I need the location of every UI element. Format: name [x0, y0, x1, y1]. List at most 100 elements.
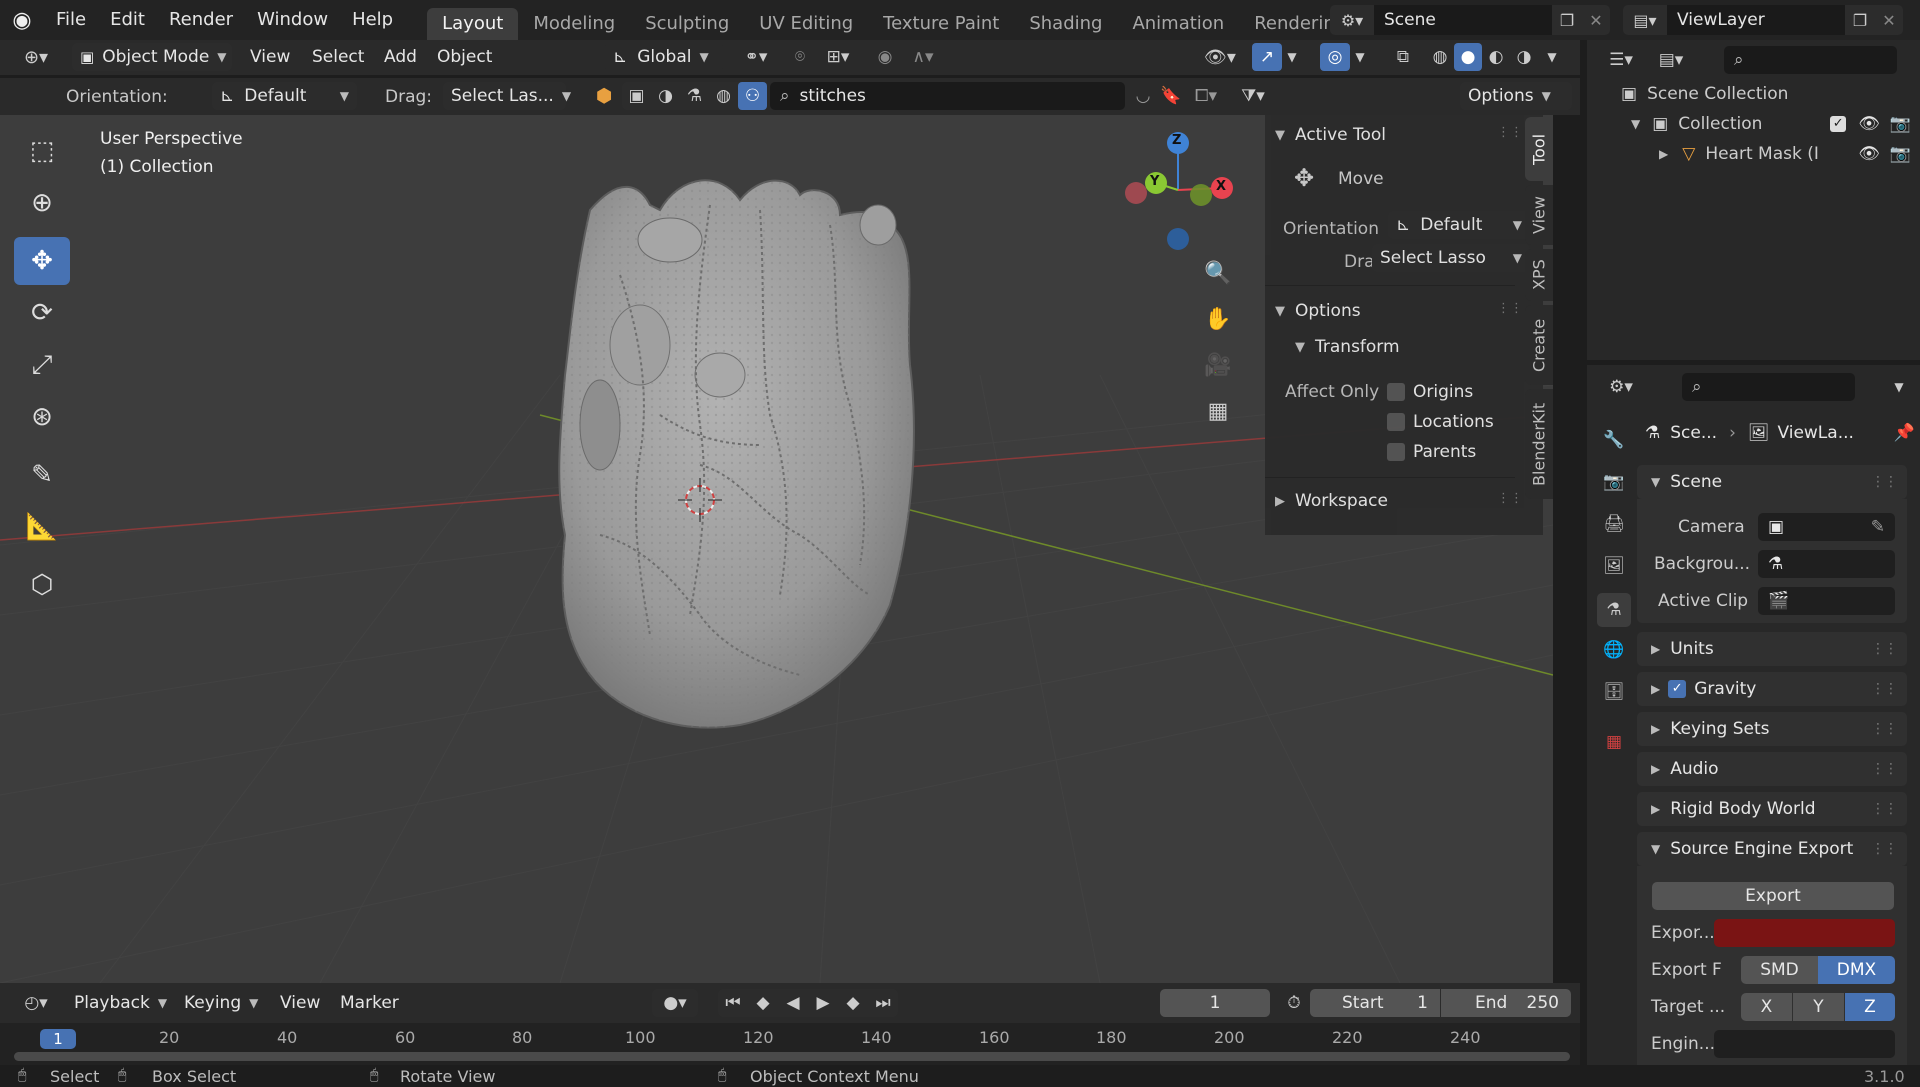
- view-layer-props-icon[interactable]: 🖼: [1599, 551, 1629, 581]
- parents-checkbox[interactable]: Parents: [1387, 442, 1476, 462]
- transform-header[interactable]: ▼ Transform: [1295, 337, 1400, 357]
- add-cube-tool-icon[interactable]: ⬡: [14, 561, 70, 609]
- wireframe-shading-icon[interactable]: ◍: [1426, 43, 1454, 71]
- object-visibility-icon[interactable]: 👁: [1858, 144, 1880, 164]
- gravity-checkbox[interactable]: ✓: [1668, 680, 1687, 698]
- collection-row[interactable]: ▼ ▣ Collection ✓ 👁 📷: [1631, 114, 1911, 134]
- timeline-ruler[interactable]: 1 20 40 60 80 100 120 140 160 180 200 22…: [0, 1023, 1580, 1065]
- engine-field[interactable]: [1714, 1030, 1895, 1058]
- transform-tool-icon[interactable]: ⊛: [14, 393, 70, 441]
- tab-uv-editing[interactable]: UV Editing: [744, 8, 868, 40]
- 3d-viewport[interactable]: Z X Y User Perspective (1) Collection ⬚ …: [0, 115, 1553, 983]
- properties-editor-type-icon[interactable]: ⚙▾: [1599, 373, 1643, 401]
- audio-section[interactable]: ▶ Audio ⋮⋮: [1637, 752, 1907, 786]
- scene-drag-handle-icon[interactable]: ⋮⋮: [1871, 474, 1898, 490]
- menu-help[interactable]: Help: [340, 0, 405, 40]
- falloff-icon[interactable]: ∧▾: [902, 43, 944, 71]
- display-mode-icon[interactable]: ▤▾: [1649, 46, 1693, 74]
- prev-keyframe-icon[interactable]: ◆: [748, 989, 778, 1017]
- background-field[interactable]: ⚗: [1758, 550, 1895, 578]
- shading-dropdown-icon[interactable]: ▼: [1542, 43, 1562, 71]
- heart-mask-row[interactable]: ▶ ▽ Heart Mask (I 👁 📷: [1659, 144, 1911, 164]
- blenderkit-logo-icon[interactable]: ⬢: [592, 84, 616, 108]
- menu-object[interactable]: Object: [425, 37, 504, 77]
- menu-view[interactable]: View: [238, 37, 302, 77]
- rendered-shading-icon[interactable]: ◑: [1510, 43, 1538, 71]
- origins-checkbox-box[interactable]: [1387, 383, 1405, 401]
- target-z-toggle[interactable]: Z: [1845, 993, 1895, 1021]
- menu-file[interactable]: File: [44, 0, 98, 40]
- select-box-tool-icon[interactable]: ⬚: [14, 127, 70, 175]
- asset-list-icon[interactable]: ⧠▾: [1186, 82, 1226, 110]
- output-props-icon[interactable]: 🖨: [1599, 509, 1629, 539]
- menu-edit[interactable]: Edit: [98, 0, 157, 40]
- zoom-icon[interactable]: 🔍: [1200, 255, 1236, 291]
- collection-exclude-checkbox[interactable]: ✓: [1830, 116, 1847, 132]
- menu-select[interactable]: Select: [300, 37, 376, 77]
- ortho-grid-icon[interactable]: ▦: [1200, 393, 1236, 429]
- asset-hdr-icon[interactable]: ◍: [709, 82, 738, 110]
- export-path-field[interactable]: [1714, 919, 1895, 947]
- snap-icon[interactable]: ⌾: [785, 43, 815, 71]
- scene-props-icon[interactable]: ⚗: [1597, 593, 1631, 627]
- editor-type-icon[interactable]: ⊕▾: [14, 43, 58, 71]
- tab-layout[interactable]: Layout: [427, 8, 519, 40]
- jump-start-icon[interactable]: ⏮: [718, 989, 748, 1017]
- asset-model-icon[interactable]: ▣: [622, 82, 651, 110]
- playhead[interactable]: 1: [40, 1029, 76, 1049]
- measure-tool-icon[interactable]: 📐: [14, 503, 70, 551]
- material-shading-icon[interactable]: ◐: [1482, 43, 1510, 71]
- scale-tool-icon[interactable]: ⤢: [14, 341, 70, 389]
- view-layer-icon[interactable]: ▤▾: [1623, 5, 1667, 35]
- new-scene-icon[interactable]: ❐: [1552, 5, 1582, 35]
- gizmo-x-label[interactable]: X: [1216, 179, 1226, 194]
- asset-material-icon[interactable]: ◑: [651, 82, 680, 110]
- source-engine-section-header[interactable]: ▼ Source Engine Export ⋮⋮: [1637, 832, 1907, 866]
- pin-icon[interactable]: 📌: [1894, 423, 1915, 443]
- transform-orientation-dropdown[interactable]: ⊾ Global ▼: [605, 43, 723, 71]
- tab-shading[interactable]: Shading: [1014, 8, 1117, 40]
- workspace-drag-handle-icon[interactable]: ⋮⋮: [1497, 491, 1523, 506]
- world-props-icon[interactable]: 🌐: [1599, 635, 1629, 665]
- play-icon[interactable]: ▶: [808, 989, 838, 1017]
- next-keyframe-icon[interactable]: ◆: [838, 989, 868, 1017]
- overlay-toggle-icon[interactable]: ◎: [1320, 43, 1350, 71]
- timeline-editor-type-icon[interactable]: ◴▾: [14, 989, 58, 1017]
- scene-section-header[interactable]: ▼ Scene ⋮⋮: [1637, 465, 1907, 499]
- workspace-header[interactable]: ▶ Workspace: [1275, 491, 1388, 511]
- gravity-section[interactable]: ▶ ✓ Gravity ⋮⋮: [1637, 672, 1907, 706]
- cursor-tool-icon[interactable]: ⊕: [14, 179, 70, 227]
- marker-menu[interactable]: Marker: [340, 993, 399, 1013]
- end-frame-field[interactable]: End 250: [1441, 989, 1571, 1017]
- gizmo-z-label[interactable]: Z: [1172, 133, 1181, 148]
- target-y-toggle[interactable]: Y: [1793, 993, 1844, 1021]
- object-render-icon[interactable]: 📷: [1890, 144, 1911, 164]
- filter-icon[interactable]: ⧩▾: [1232, 82, 1274, 110]
- rigid-body-drag-handle-icon[interactable]: ⋮⋮: [1871, 801, 1898, 817]
- collection-props-icon[interactable]: 🗄: [1599, 677, 1629, 707]
- n-drag-dropdown[interactable]: Select Lasso ▼: [1372, 244, 1530, 272]
- jump-end-icon[interactable]: ⏭: [868, 989, 898, 1017]
- asset-brush-icon[interactable]: ⚗: [680, 82, 709, 110]
- smd-toggle[interactable]: SMD: [1741, 956, 1818, 984]
- bookmark-icon[interactable]: 🔖: [1158, 82, 1184, 110]
- tab-tool[interactable]: Tool: [1525, 117, 1553, 181]
- outliner-editor-type-icon[interactable]: ☰▾: [1599, 46, 1643, 74]
- dmx-toggle[interactable]: DMX: [1818, 956, 1895, 984]
- camera-field[interactable]: ▣ ✎: [1758, 513, 1895, 541]
- start-frame-field[interactable]: Start 1: [1310, 989, 1440, 1017]
- playback-menu[interactable]: Playback ▼: [66, 989, 175, 1017]
- keying-menu[interactable]: Keying ▼: [176, 989, 266, 1017]
- solid-shading-icon[interactable]: ●: [1454, 43, 1482, 71]
- drag-handle-icon[interactable]: ⋮⋮: [1497, 125, 1523, 140]
- audio-drag-handle-icon[interactable]: ⋮⋮: [1871, 761, 1898, 777]
- drag-dropdown[interactable]: Select Las... ▼: [443, 82, 571, 110]
- properties-search-field[interactable]: ⌕: [1682, 373, 1855, 401]
- parents-checkbox-box[interactable]: [1387, 443, 1405, 461]
- new-view-layer-icon[interactable]: ❐: [1845, 5, 1875, 35]
- tab-texture-paint[interactable]: Texture Paint: [868, 8, 1014, 40]
- tool-orientation-dropdown[interactable]: ⊾ Default ▼: [212, 82, 357, 110]
- timeline-view-menu[interactable]: View: [280, 993, 320, 1013]
- tab-blenderkit[interactable]: BlenderKit: [1525, 389, 1553, 499]
- blender-logo-icon[interactable]: ◉: [0, 0, 44, 40]
